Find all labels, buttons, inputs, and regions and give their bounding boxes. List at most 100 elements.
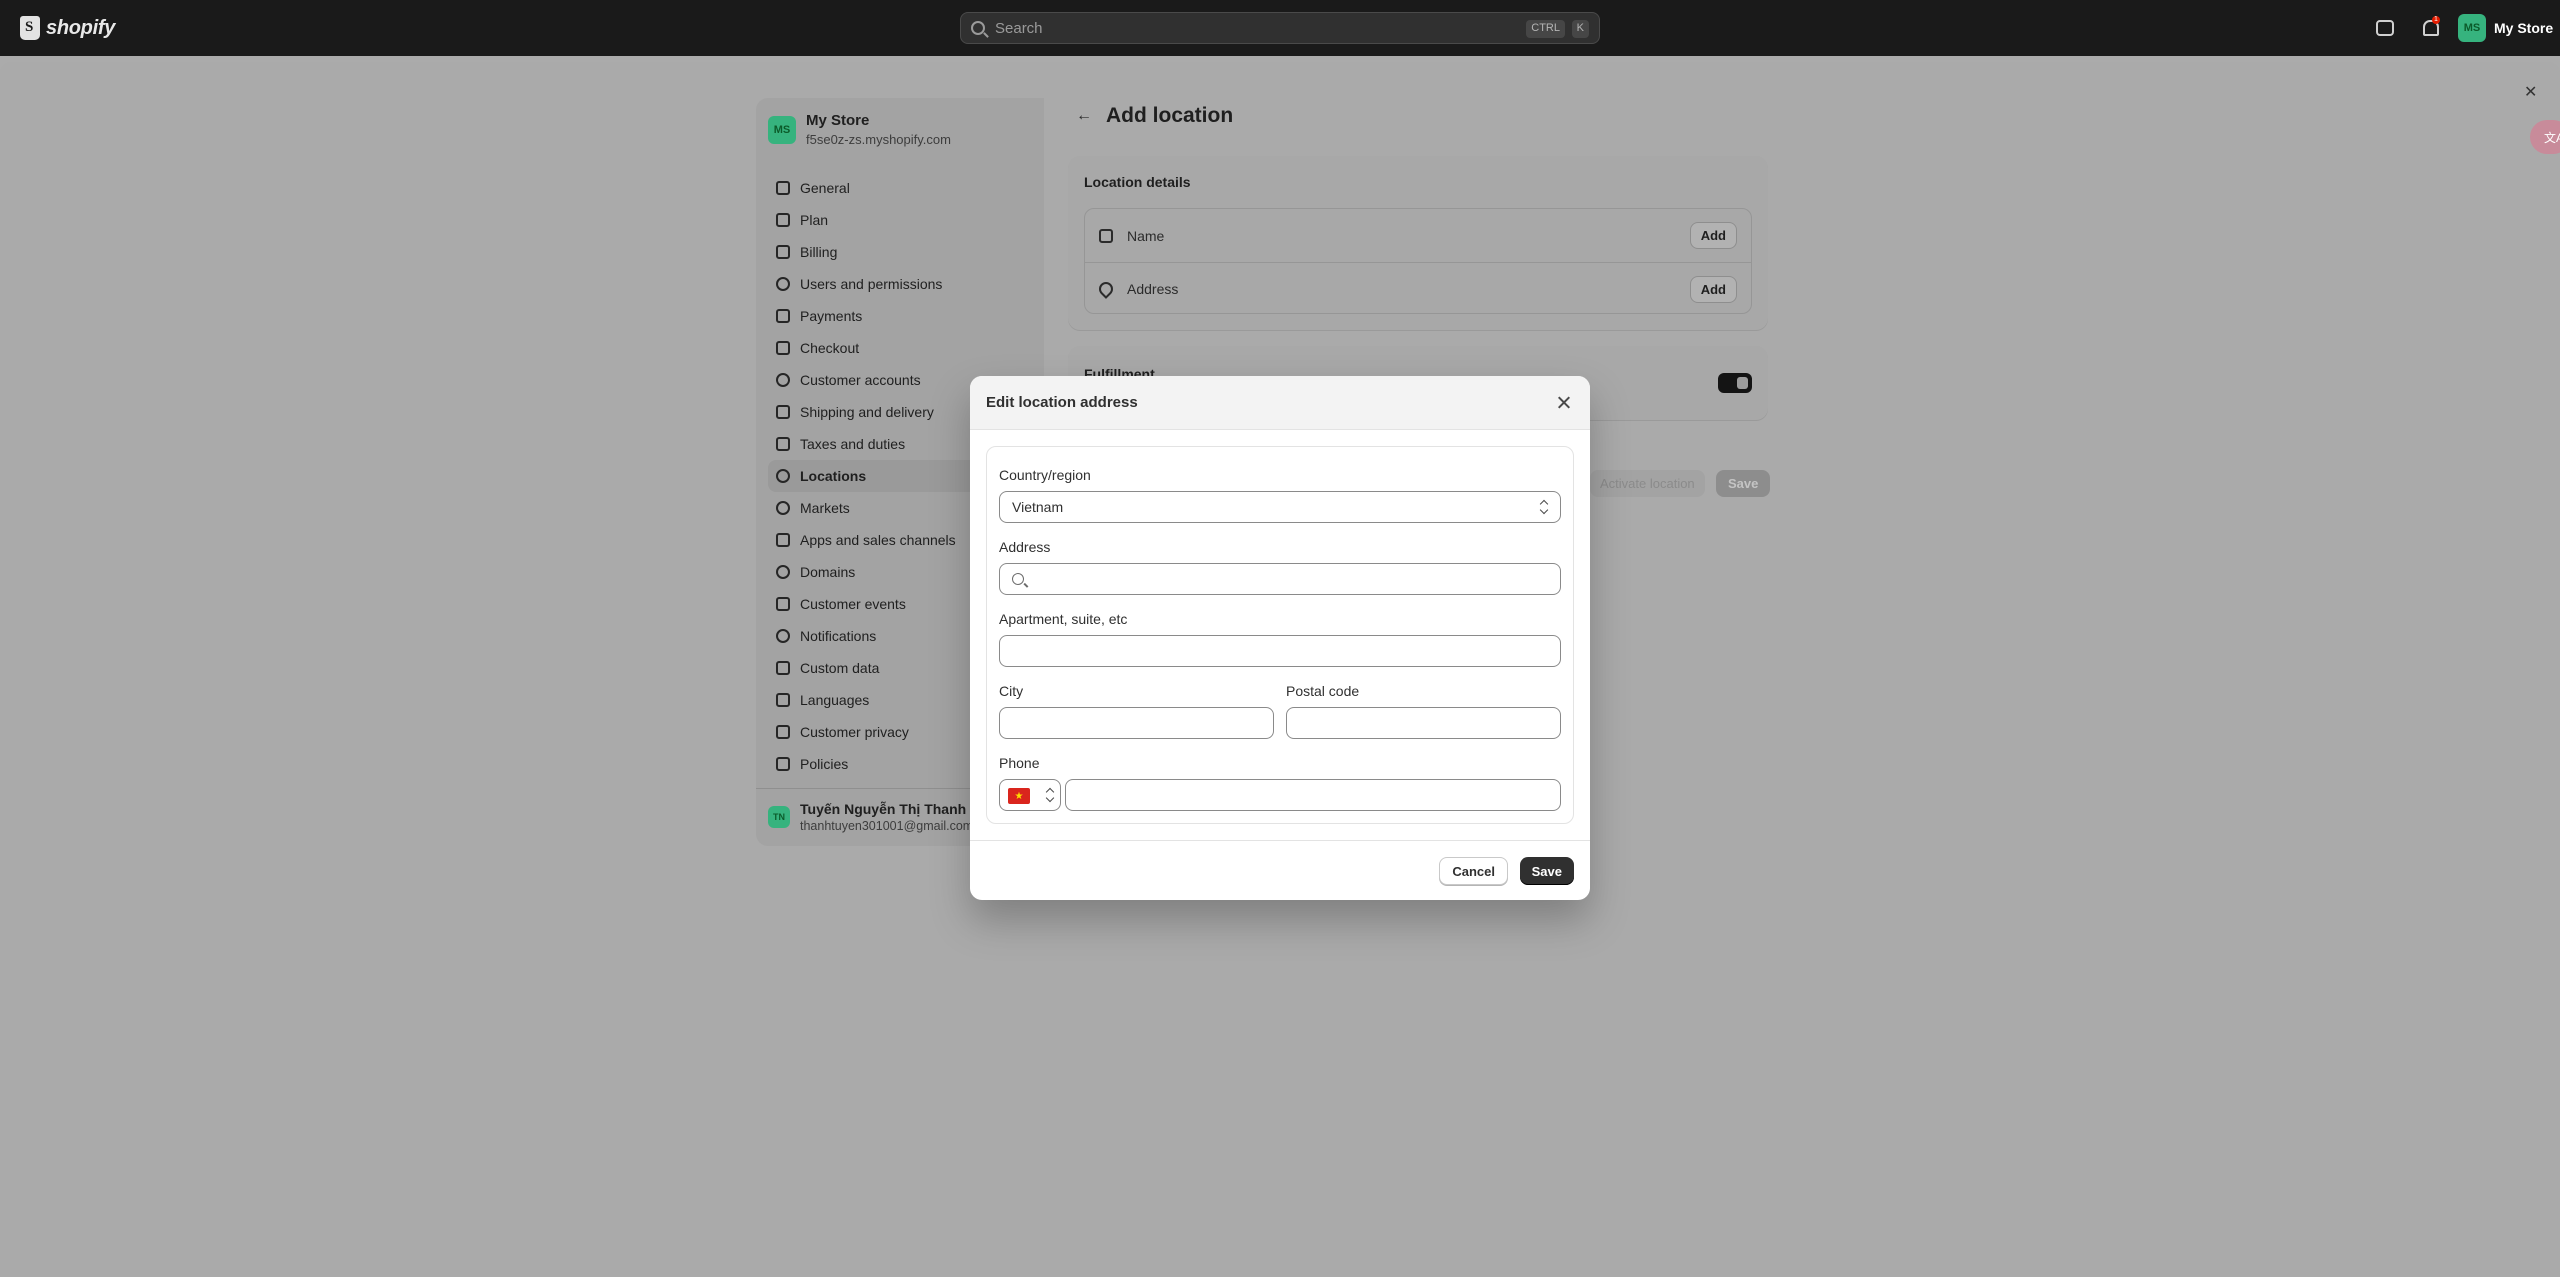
city-label: City	[999, 683, 1024, 699]
sidebar-item-users[interactable]: Users and permissions	[768, 268, 1038, 300]
phone-input[interactable]	[1065, 779, 1561, 811]
search-placeholder: Search	[995, 19, 1043, 37]
sidebar-item-label: Users and permissions	[800, 276, 943, 292]
sidebar-item-label: Apps and sales channels	[800, 532, 956, 548]
taxes-icon	[776, 437, 790, 451]
store-icon[interactable]	[2376, 20, 2394, 36]
sidebar-item-label: Custom data	[800, 660, 880, 676]
address-label: Address	[1127, 281, 1179, 297]
sidebar-item-payments[interactable]: Payments	[768, 300, 1038, 332]
sidebar-item-label: Customer events	[800, 596, 906, 612]
data-icon	[776, 661, 790, 675]
chart-icon	[776, 213, 790, 227]
shopify-logo[interactable]: shopify	[20, 16, 115, 40]
address-field-label: Address	[999, 539, 1051, 555]
global-search[interactable]: Search CTRL K	[960, 12, 1600, 44]
location-pin-icon	[1096, 279, 1116, 299]
lock-icon	[776, 725, 790, 739]
apps-icon	[776, 533, 790, 547]
country-select[interactable]: Vietnam	[999, 491, 1561, 523]
billing-icon	[776, 245, 790, 259]
store-avatar: MS	[2458, 14, 2486, 42]
search-icon	[971, 21, 985, 35]
search-icon	[1012, 573, 1024, 585]
postal-code-input[interactable]	[1286, 707, 1561, 739]
globe-icon	[776, 501, 790, 515]
cart-icon	[776, 341, 790, 355]
sidebar-item-label: Plan	[800, 212, 829, 228]
store-url: f5se0z-zs.myshopify.com	[806, 132, 951, 147]
add-name-button[interactable]: Add	[1689, 222, 1737, 249]
sidebar-item-label: Payments	[800, 308, 863, 324]
sidebar-item-checkout[interactable]: Checkout	[768, 332, 1038, 364]
shopify-bag-icon	[20, 16, 40, 40]
apartment-input[interactable]	[999, 635, 1561, 667]
sidebar-item-label: Domains	[800, 564, 856, 580]
close-icon[interactable]	[1554, 393, 1574, 413]
phone-country-select[interactable]: ★	[999, 779, 1061, 811]
address-input[interactable]	[999, 563, 1561, 595]
sidebar-item-label: Checkout	[800, 340, 860, 356]
sidebar-item-billing[interactable]: Billing	[768, 236, 1038, 268]
sidebar-item-label: General	[800, 180, 850, 196]
modal-title: Edit location address	[986, 394, 1138, 411]
vietnam-flag-icon: ★	[1008, 788, 1030, 804]
sidebar-item-label: Locations	[800, 468, 867, 484]
city-input[interactable]	[999, 707, 1274, 739]
policy-icon	[776, 757, 790, 771]
shortcut-k: K	[1571, 20, 1589, 38]
modal-header: Edit location address	[970, 376, 1590, 430]
store-icon	[1099, 228, 1113, 243]
save-location-button[interactable]: Save	[1716, 470, 1771, 497]
sidebar-item-label: Markets	[800, 500, 850, 516]
translate-icon[interactable]: 文A	[2530, 120, 2560, 154]
close-settings-icon[interactable]: ✕	[2524, 82, 2537, 102]
domain-icon	[776, 565, 790, 579]
sidebar-item-label: Languages	[800, 692, 870, 708]
bell-icon	[776, 629, 790, 643]
store-icon	[776, 181, 790, 195]
address-row: Address Add	[1085, 262, 1751, 315]
top-bar: shopify Search CTRL K 1 MS My Store	[0, 0, 2560, 56]
country-label: Country/region	[999, 467, 1091, 483]
logo-text: shopify	[46, 16, 116, 39]
save-button[interactable]: Save	[1519, 857, 1574, 885]
sidebar-item-plan[interactable]: Plan	[768, 204, 1038, 236]
notification-badge: 1	[2432, 16, 2440, 24]
back-arrow-icon[interactable]: ←	[1076, 107, 1092, 125]
address-form: Country/region Vietnam Address Apartment…	[986, 446, 1574, 824]
apartment-label: Apartment, suite, etc	[999, 611, 1128, 627]
person-icon	[776, 373, 790, 387]
sidebar-item-label: Notifications	[800, 628, 877, 644]
fulfillment-toggle[interactable]	[1718, 373, 1752, 393]
sidebar-item-label: Shipping and delivery	[800, 404, 934, 420]
add-address-button[interactable]: Add	[1689, 275, 1737, 303]
card-title: Location details	[1084, 174, 1191, 190]
activate-location-button[interactable]: Activate location	[1590, 470, 1705, 497]
cancel-button[interactable]: Cancel	[1439, 857, 1508, 885]
store-menu-name: My Store	[2494, 20, 2554, 36]
sidebar-item-label: Taxes and duties	[800, 436, 906, 452]
account-name: Tuyến Nguyễn Thị Thanh	[800, 801, 967, 817]
store-menu[interactable]: MS My Store	[2458, 14, 2553, 42]
truck-icon	[776, 405, 790, 419]
modal-footer: Cancel Save	[970, 840, 1590, 900]
location-details-card: Location details Name Add Address Add	[1068, 156, 1768, 330]
account-avatar: TN	[768, 806, 790, 828]
sidebar-item-label: Billing	[800, 244, 838, 260]
store-header[interactable]: MS My Store f5se0z-zs.myshopify.com	[768, 112, 951, 147]
name-label: Name	[1127, 227, 1165, 244]
sidebar-item-label: Customer privacy	[800, 724, 909, 740]
postal-code-label: Postal code	[1286, 683, 1360, 699]
store-name: My Store	[806, 112, 870, 129]
phone-label: Phone	[999, 755, 1040, 771]
location-icon	[776, 469, 790, 483]
payments-icon	[776, 309, 790, 323]
sidebar-item-label: Customer accounts	[800, 372, 921, 388]
shortcut-ctrl: CTRL	[1526, 20, 1565, 38]
chevron-updown-icon	[1540, 499, 1548, 515]
events-icon	[776, 597, 790, 611]
chevron-updown-icon	[1046, 787, 1054, 803]
sidebar-item-general[interactable]: General	[768, 172, 1038, 204]
page-title: Add location	[1106, 104, 1234, 127]
